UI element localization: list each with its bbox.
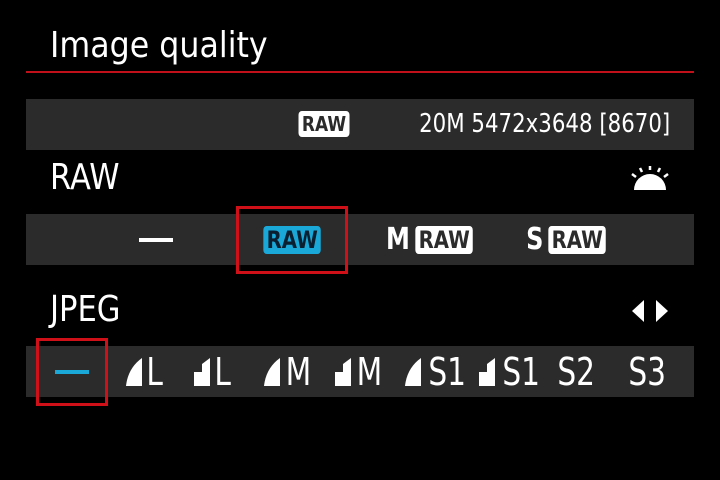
raw-selection-frame — [236, 206, 348, 274]
jpeg-selection-frame — [36, 338, 108, 406]
fine-quality-icon — [263, 357, 280, 386]
jpeg-option-L-normal[interactable]: L — [184, 346, 244, 397]
jpeg-size-label: L — [146, 349, 164, 394]
normal-quality-icon — [478, 357, 495, 386]
raw-option-none[interactable] — [88, 214, 224, 265]
jpeg-option-S2[interactable]: S2 — [551, 346, 601, 397]
raw-option-sraw[interactable]: S RAW — [508, 214, 628, 265]
mraw-badge: RAW — [415, 225, 473, 254]
jpeg-option-S1-normal[interactable]: S1 — [476, 346, 548, 397]
normal-quality-icon — [334, 357, 351, 386]
sraw-prefix: S — [526, 221, 544, 257]
jpeg-size-label: S1 — [502, 349, 540, 394]
mraw-prefix: M — [385, 221, 410, 257]
fine-quality-icon — [126, 357, 143, 386]
off-dash-icon — [139, 237, 173, 242]
jpeg-option-L-fine[interactable]: L — [116, 346, 176, 397]
jpeg-size-label: S1 — [428, 349, 466, 394]
info-bar: RAW 20M 5472x3648 [8670] — [26, 99, 694, 150]
sraw-badge: RAW — [547, 225, 606, 254]
jpeg-size-label: M — [285, 349, 311, 394]
jpeg-options-row: L L M M S1 S1 S2 S3 — [26, 346, 694, 397]
jpeg-size-label: S2 — [557, 349, 595, 394]
jpeg-option-S3[interactable]: S3 — [622, 346, 672, 397]
jpeg-size-label: S3 — [628, 349, 666, 394]
main-dial-icon — [631, 166, 669, 190]
raw-section-label: RAW — [50, 157, 120, 198]
raw-options-row: RAW M RAW S RAW — [26, 214, 694, 265]
jpeg-option-M-fine[interactable]: M — [256, 346, 322, 397]
fine-quality-icon — [404, 357, 421, 386]
page-title: Image quality — [50, 25, 268, 66]
normal-quality-icon — [194, 357, 211, 386]
jpeg-option-S1-fine[interactable]: S1 — [402, 346, 474, 397]
jpeg-size-label: L — [214, 349, 232, 394]
jpeg-option-M-normal[interactable]: M — [328, 346, 392, 397]
raw-option-mraw[interactable]: M RAW — [371, 214, 491, 265]
image-details: 20M 5472x3648 [8670] — [418, 109, 670, 139]
raw-badge: RAW — [298, 111, 350, 137]
title-divider — [26, 71, 694, 73]
jpeg-size-label: M — [356, 349, 382, 394]
left-right-arrows-icon — [632, 300, 668, 322]
jpeg-section-label: JPEG — [50, 289, 121, 330]
